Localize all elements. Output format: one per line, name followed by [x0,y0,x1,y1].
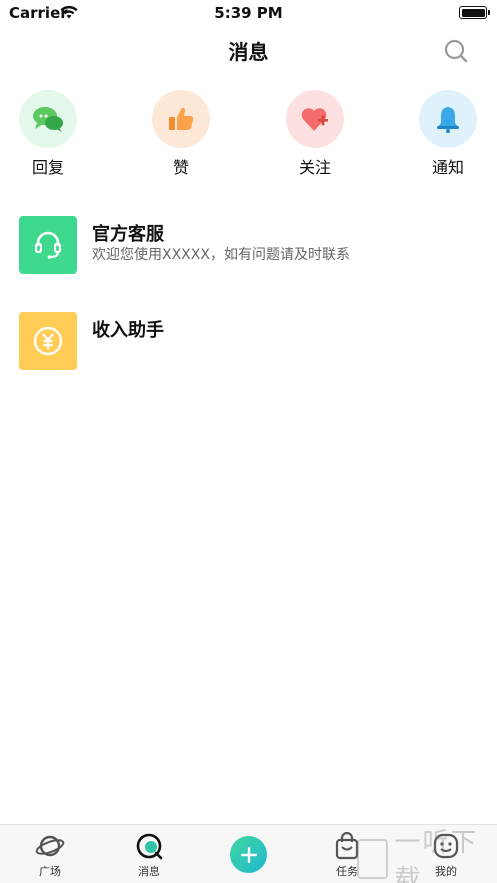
quick-action-reply[interactable]: 回复 [8,90,88,178]
tab-label: 广场 [39,865,61,878]
chat-bubbles-icon [19,90,77,148]
thumbs-up-icon [152,90,210,148]
watermark: 一听下载 [357,828,497,883]
tab-plaza[interactable]: 广场 [20,831,80,879]
status-bar: Carrier 5:39 PM [0,0,497,26]
quick-action-notice[interactable]: 通知 [408,90,488,178]
plus-icon [240,846,257,863]
planet-icon [20,831,80,861]
message-title: 官方客服 [92,224,164,245]
quick-action-label: 关注 [298,158,331,177]
message-icon [119,831,179,861]
headset-icon [19,216,77,274]
watermark-text: 一听下载 [394,828,479,883]
quick-action-label: 赞 [172,158,189,177]
quick-action-like[interactable]: 赞 [141,90,221,178]
message-preview: 欢迎您使用XXXXX，如有问题请及时联系 [92,247,350,263]
quick-action-label: 通知 [431,158,464,177]
quick-actions: 回复 赞 关注 通知 [0,90,497,180]
watermark-logo-icon [357,839,389,879]
tab-label: 消息 [138,865,160,878]
nav-bar: 消息 [0,26,497,74]
search-icon[interactable] [443,38,469,64]
page-title: 消息 [228,40,269,64]
quick-action-follow[interactable]: 关注 [275,90,355,178]
list-item-customer-service[interactable]: 官方客服 欢迎您使用XXXXX，如有问题请及时联系 [19,216,479,274]
list-item-income-assistant[interactable]: 收入助手 [19,312,479,370]
bell-icon [419,90,477,148]
quick-action-label: 回复 [31,158,64,177]
heart-plus-icon [286,90,344,148]
yen-icon [19,312,77,370]
battery-icon [459,6,490,19]
status-time: 5:39 PM [214,4,283,22]
add-button[interactable] [230,836,267,873]
tab-messages[interactable]: 消息 [119,831,179,879]
message-title: 收入助手 [92,320,164,341]
